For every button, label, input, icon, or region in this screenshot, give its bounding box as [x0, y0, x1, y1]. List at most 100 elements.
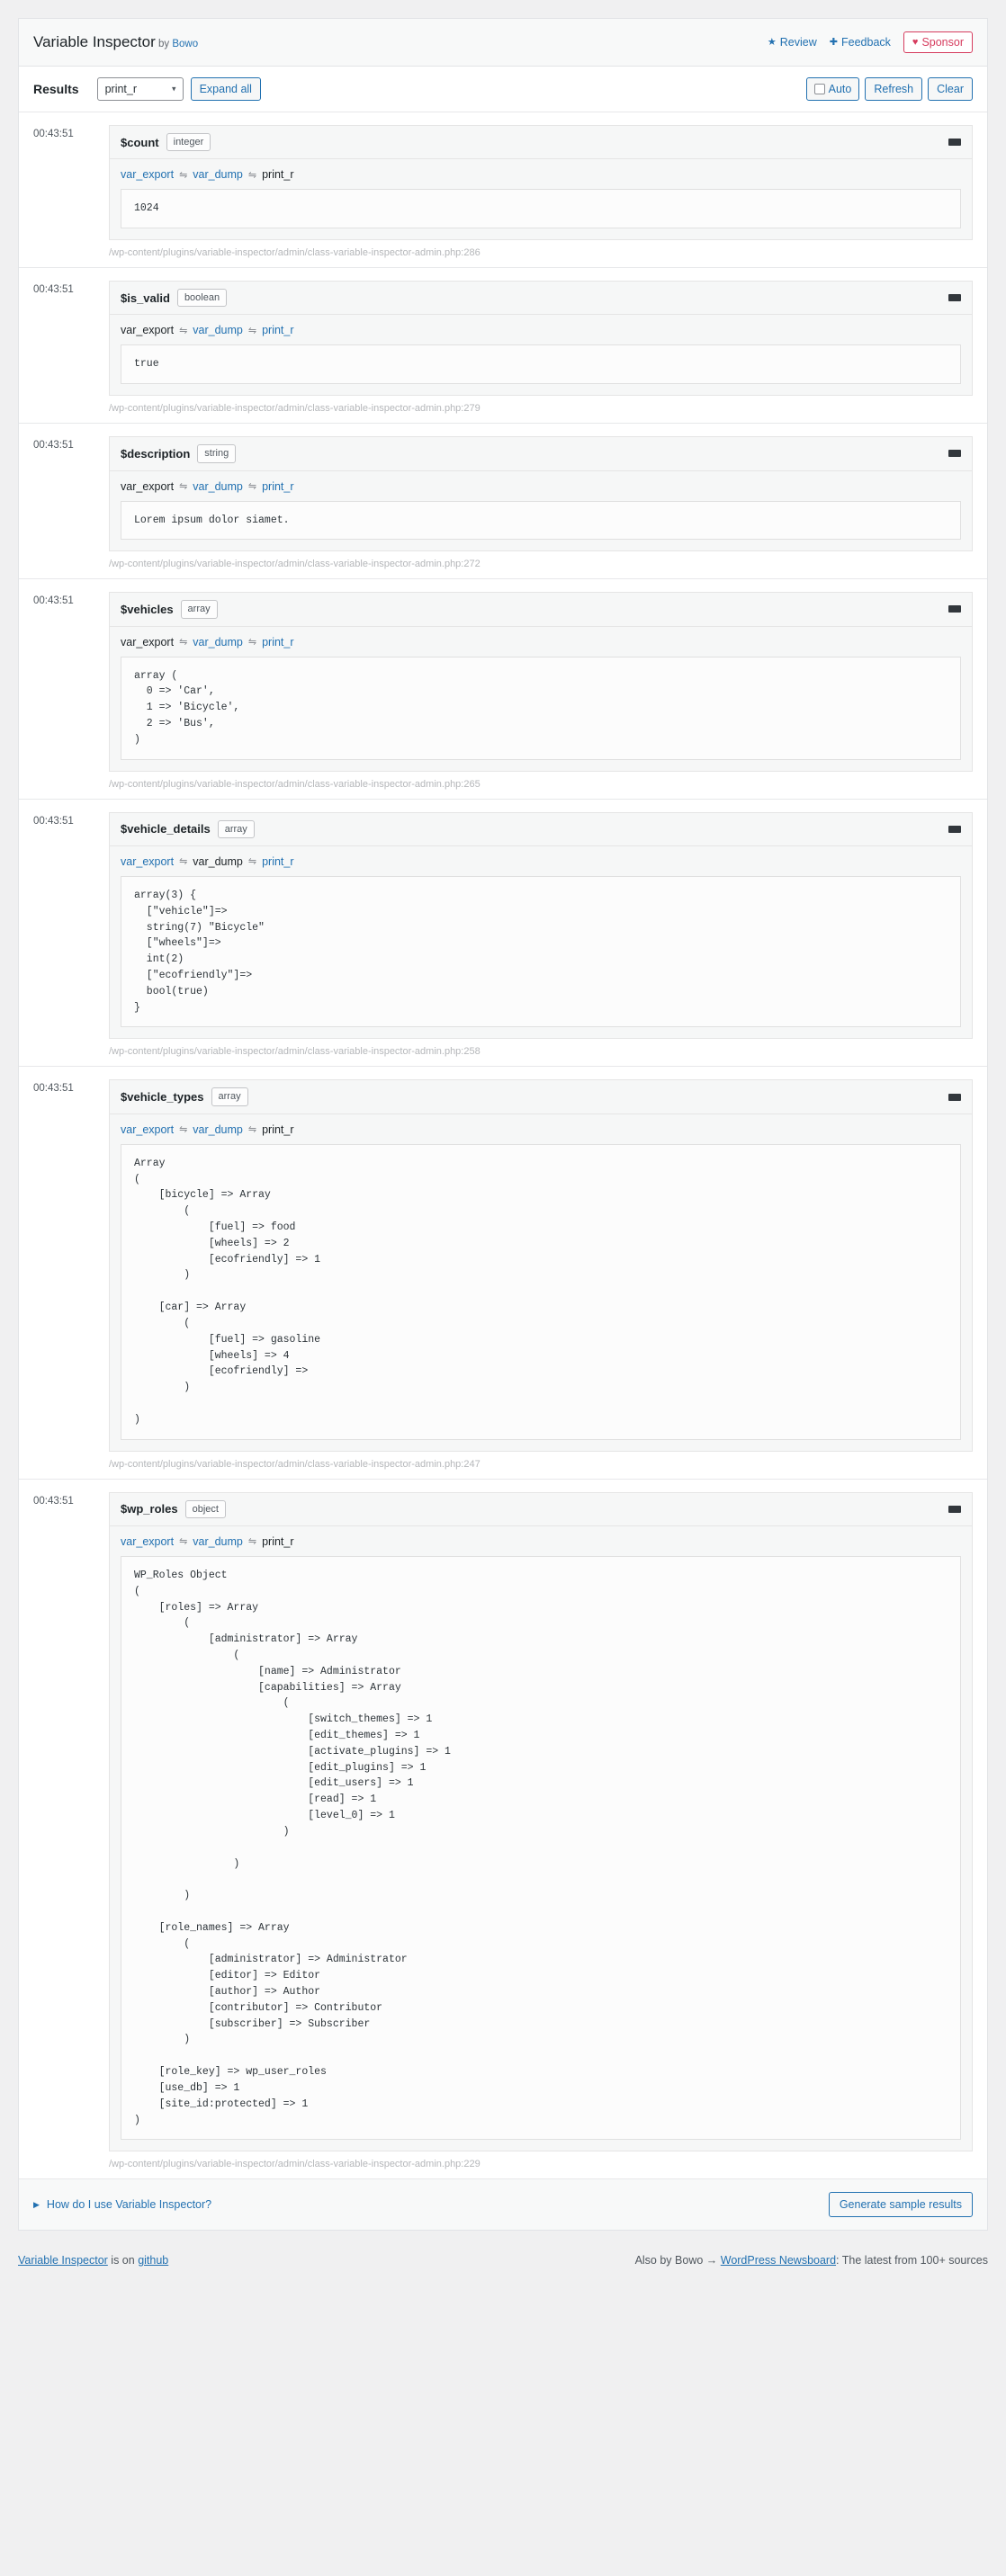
function-tab-print_r: print_r [262, 1123, 294, 1136]
variable-name: $description [121, 446, 191, 461]
function-tab-print_r: print_r [262, 168, 294, 182]
tab-separator-icon: ⇋ [179, 325, 188, 336]
github-link[interactable]: github [138, 2254, 168, 2267]
variable-output: array ( 0 => 'Car', 1 => 'Bicycle', 2 =>… [121, 656, 961, 760]
sponsor-button[interactable]: ♥ Sponsor [903, 31, 973, 53]
result-timestamp: 00:43:51 [33, 129, 74, 139]
collapse-icon[interactable] [948, 1505, 961, 1513]
function-tab-print_r[interactable]: print_r [262, 324, 293, 336]
function-tab-var_export[interactable]: var_export [121, 855, 174, 868]
tab-separator-icon: ⇋ [179, 169, 188, 181]
function-tab-var_export[interactable]: var_export [121, 1535, 174, 1548]
page-footer-right: Also by Bowo → WordPress Newsboard: The … [635, 2254, 988, 2267]
variable-type-badge: array [217, 819, 255, 838]
variable-output: true [121, 344, 961, 385]
variable-card-body: var_export ⇋ var_dump ⇋ print_r true [110, 315, 972, 395]
function-tab-print_r[interactable]: print_r [262, 855, 293, 868]
result-content: $description string var_export ⇋ var_dump ⇋ pr… [109, 436, 973, 569]
tab-separator-icon: ⇋ [247, 856, 257, 868]
mode-select-wrapper: var_exportvar_dumpprint_r ▾ [96, 77, 184, 101]
variable-card-body: var_export ⇋ var_dump ⇋ print_r array(3) { ["… [110, 846, 972, 1039]
expand-all-button[interactable]: Expand all [190, 77, 261, 101]
variable-card: $count integer var_export ⇋ var_dump ⇋ print_r… [109, 125, 973, 241]
refresh-button[interactable]: Refresh [865, 77, 923, 101]
source-file-path: /wp-content/plugins/variable-inspector/a… [109, 247, 481, 259]
result-row: 00:43:51 $wp_roles object var_export ⇋ var_du… [19, 1479, 987, 2180]
variable-card-header: $vehicle_details array [110, 813, 972, 846]
page-footer-left: Variable Inspector is on github [18, 2254, 168, 2267]
collapse-icon[interactable] [948, 294, 961, 302]
auto-refresh-checkbox[interactable] [813, 84, 825, 94]
tab-separator-icon: ⇋ [247, 637, 257, 648]
feedback-label: Feedback [841, 36, 891, 49]
panel-footer: ▶ How do I use Variable Inspector? Gener… [19, 2179, 987, 2231]
result-content: $vehicles array var_export ⇋ var_dump ⇋ print_… [109, 592, 973, 790]
display-mode-select[interactable]: var_exportvar_dumpprint_r [96, 77, 184, 101]
triangle-right-icon: ▶ [33, 2199, 40, 2209]
result-row: 00:43:51 $vehicles array var_export ⇋ var_dum… [19, 579, 987, 800]
wordpress-newsboard-link[interactable]: WordPress Newsboard [721, 2254, 836, 2267]
result-timestamp: 00:43:51 [33, 1083, 74, 1095]
is-on-label: is on [107, 2254, 139, 2267]
collapse-icon[interactable] [948, 1093, 961, 1101]
how-to-use-toggle[interactable]: ▶ How do I use Variable Inspector? [33, 2198, 211, 2211]
result-row: 00:43:51 $vehicle_types array var_export ⇋ va… [19, 1067, 987, 1480]
result-timestamp: 00:43:51 [33, 440, 74, 452]
variable-card: $vehicle_details array var_export ⇋ var_dump… [109, 811, 973, 1040]
variable-output: WP_Roles Object ( [roles] => Array ( [ad… [121, 1555, 961, 2141]
collapse-icon[interactable] [948, 450, 961, 458]
variable-type-badge: array [211, 1087, 248, 1106]
tab-separator-icon: ⇋ [247, 1536, 257, 1548]
source-file-path: /wp-content/plugins/variable-inspector/a… [109, 2159, 481, 2170]
collapse-icon[interactable] [948, 605, 961, 613]
result-content: $wp_roles object var_export ⇋ var_dump ⇋ print… [109, 1491, 973, 2170]
page-footer: Variable Inspector is on github Also by … [0, 2231, 1006, 2283]
variable-card: $vehicle_types array var_export ⇋ var_dump ⇋ p… [109, 1079, 973, 1452]
function-tab-print_r[interactable]: print_r [262, 480, 293, 493]
function-tab-var_dump[interactable]: var_dump [193, 480, 243, 493]
variable-card-header: $count integer [110, 126, 972, 160]
function-tab-print_r: print_r [262, 1534, 294, 1548]
clear-button[interactable]: Clear [928, 77, 973, 101]
result-row: 00:43:51 $is_valid boolean var_export ⇋ var_d… [19, 268, 987, 425]
auto-refresh-toggle[interactable]: Auto [805, 77, 860, 101]
function-tab-var_export[interactable]: var_export [121, 1123, 174, 1136]
collapse-icon[interactable] [948, 139, 961, 147]
function-tab-var_dump[interactable]: var_dump [193, 1535, 243, 1548]
variable-inspector-link[interactable]: Variable Inspector [18, 2254, 108, 2267]
tab-separator-icon: ⇋ [179, 637, 188, 648]
variable-card-header: $vehicle_types array [110, 1080, 972, 1114]
sponsor-label: Sponsor [921, 36, 964, 49]
function-tabs: var_export ⇋ var_dump ⇋ print_r [121, 1535, 961, 1548]
variable-name: $is_valid [121, 291, 170, 305]
collapse-icon[interactable] [948, 825, 961, 833]
feedback-link[interactable]: ✚ Feedback [830, 36, 891, 49]
variable-type-badge: array [180, 600, 218, 619]
function-tab-var_dump[interactable]: var_dump [193, 636, 243, 648]
review-link[interactable]: ★ Review [768, 36, 817, 49]
results-label: Results [33, 82, 79, 96]
tab-separator-icon: ⇋ [179, 856, 188, 868]
variable-card-header: $vehicles array [110, 593, 972, 627]
variable-type-badge: string [197, 444, 237, 463]
newsboard-tagline: : The latest from 100+ sources [836, 2254, 988, 2267]
function-tab-var_export: var_export [121, 635, 175, 648]
variable-output: array(3) { ["vehicle"]=> string(7) "Bicy… [121, 875, 961, 1028]
generate-sample-results-button[interactable]: Generate sample results [828, 2192, 973, 2218]
source-file-path: /wp-content/plugins/variable-inspector/a… [109, 1046, 481, 1058]
variable-type-badge: integer [166, 133, 211, 152]
tab-separator-icon: ⇋ [247, 481, 257, 493]
function-tab-var_dump[interactable]: var_dump [193, 1123, 243, 1136]
function-tab-var_dump[interactable]: var_dump [193, 168, 243, 181]
source-file-path: /wp-content/plugins/variable-inspector/a… [109, 403, 481, 415]
author-link[interactable]: Bowo [172, 39, 198, 49]
function-tab-var_export[interactable]: var_export [121, 168, 174, 181]
function-tabs: var_export ⇋ var_dump ⇋ print_r [121, 324, 961, 336]
variable-name: $vehicles [121, 602, 174, 616]
source-file-path: /wp-content/plugins/variable-inspector/a… [109, 1458, 481, 1470]
function-tab-var_dump[interactable]: var_dump [193, 324, 243, 336]
variable-card-body: var_export ⇋ var_dump ⇋ print_rarray ( 0 => … [110, 627, 972, 771]
function-tab-print_r[interactable]: print_r [262, 636, 293, 648]
result-content: $count integer var_export ⇋ var_dump ⇋ print_r… [109, 125, 973, 258]
function-tabs: var_export ⇋ var_dump ⇋ print_r [121, 636, 961, 648]
